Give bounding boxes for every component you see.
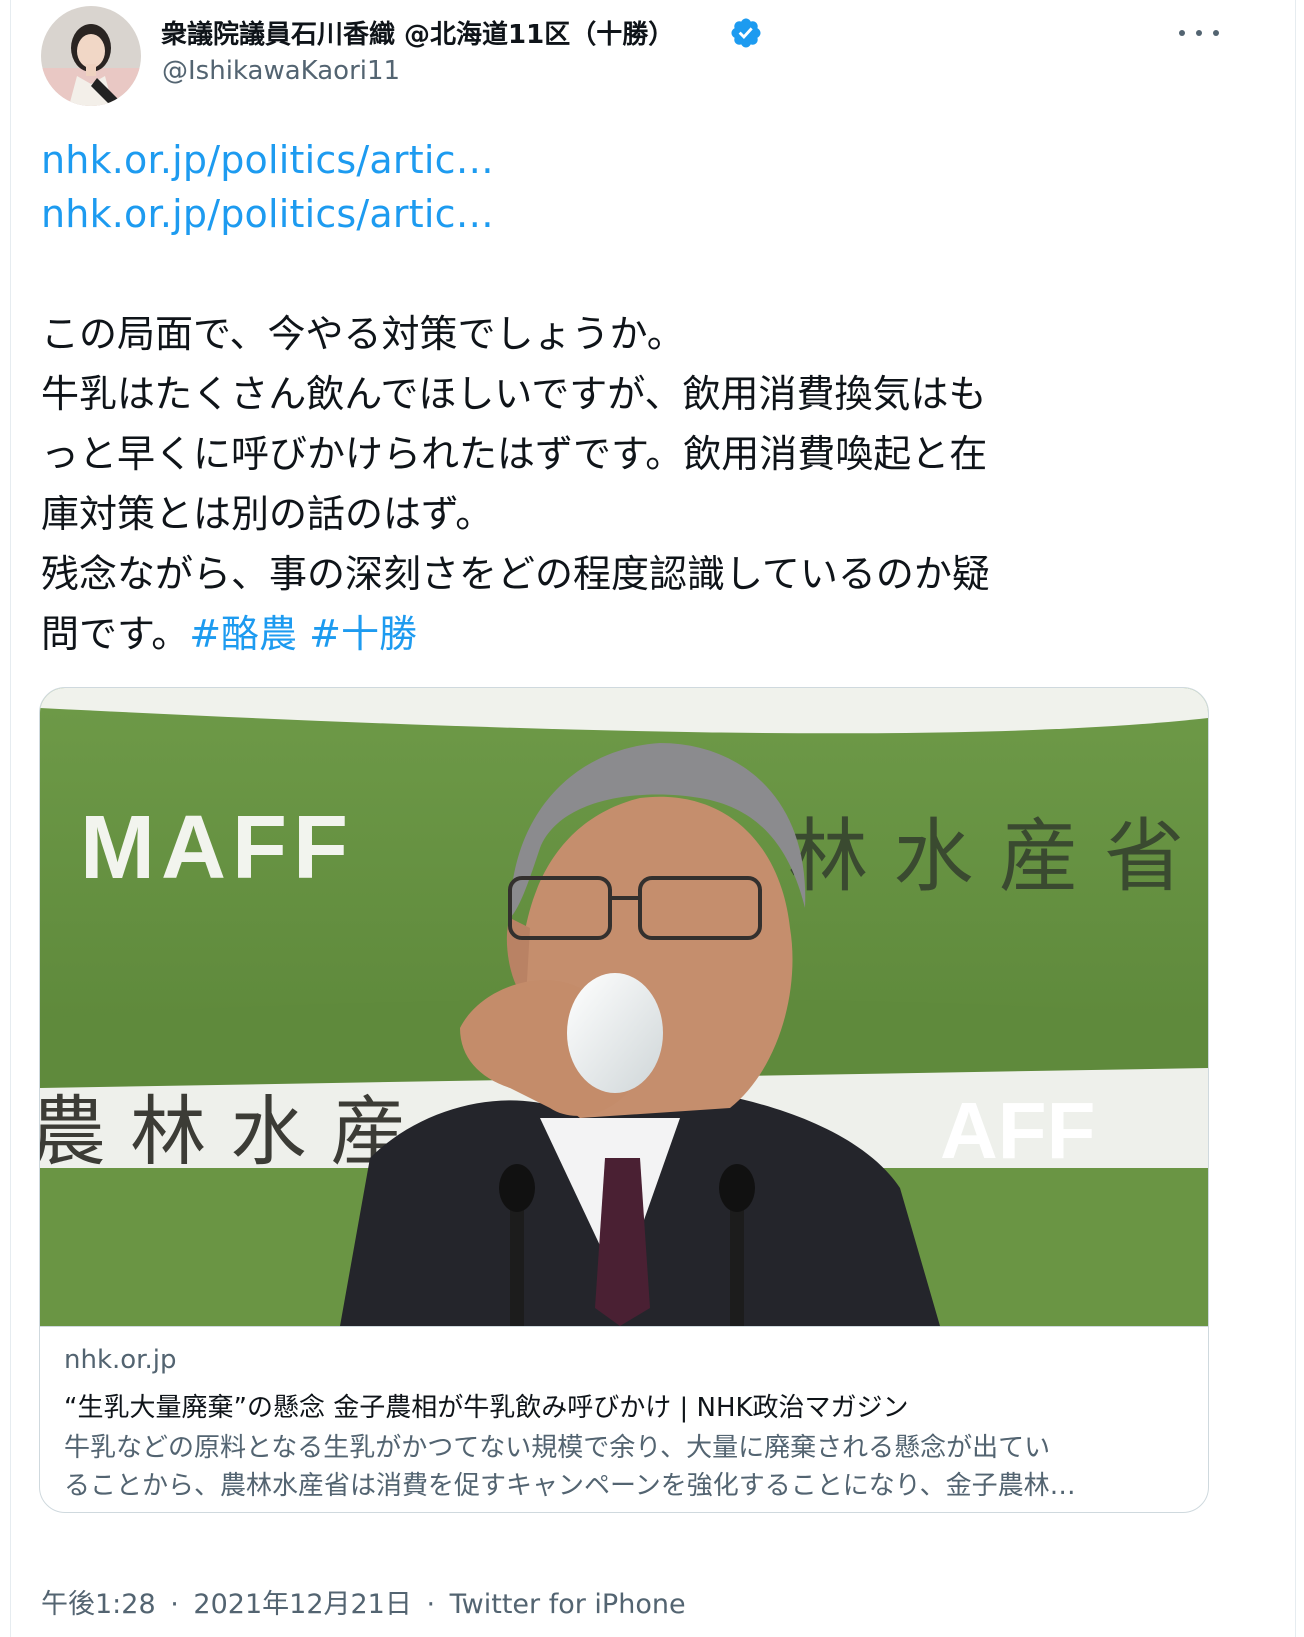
card-description-line: ることから、農林水産省は消費を促すキャンペーンを強化することになり、金子農林… [64,1471,1076,1501]
tweet-time[interactable]: 午後1:28 [41,1589,156,1620]
article-link-1[interactable]: nhk.or.jp/politics/artic… [41,138,494,182]
card-description-line: 牛乳などの原料となる生乳がかつてない規模で余り、大量に廃棄される懸念が出てい [64,1433,1051,1463]
card-domain: nhk.or.jp [64,1345,177,1375]
card-title[interactable]: “生乳大量廃棄”の懸念 金子農相が牛乳飲み呼びかけ | NHK政治マガジン [64,1387,909,1424]
body-line: 残念ながら、事の深刻さをどの程度認識しているのか疑 [41,552,990,596]
body-last-text: 問です。 [41,612,190,656]
link-card[interactable]: MAFF 林 水 産 省 農 林 水 産 AFF nhk.or.jp “生乳大量… [39,687,1209,1513]
footer-separator: · [170,1589,179,1620]
footer-separator: · [426,1589,436,1620]
avatar[interactable] [41,6,141,106]
hashtag-tokachi[interactable]: #十勝 [309,612,417,656]
author-handle[interactable]: @IshikawaKaori11 [162,56,400,86]
card-meta: nhk.or.jp “生乳大量廃棄”の懸念 金子農相が牛乳飲み呼びかけ | NH… [40,1326,1208,1512]
body-line: っと早くに呼びかけられたはずです。飲用消費喚起と在 [41,432,988,476]
tweet-source[interactable]: Twitter for iPhone [450,1589,686,1620]
image-text-kanji-bottom: 農 林 水 産 [40,1087,406,1176]
tweet-footer: 午後1:28 · 2021年12月21日 · Twitter for iPhon… [41,1582,686,1621]
card-description: 牛乳などの原料となる生乳がかつてない規模で余り、大量に廃棄される懸念が出てい る… [64,1429,1184,1505]
tweet-body: この局面で、今やる対策でしょうか。 牛乳はたくさん飲んでほしいですが、飲用消費換… [41,304,1221,664]
image-text-maff-top: MAFF [80,798,354,898]
body-line: この局面で、今やる対策でしょうか。 [41,312,685,356]
body-line: 庫対策とは別の話のはず。 [41,492,494,536]
hashtag-rakuno[interactable]: #酪農 [189,612,297,656]
author-display-name[interactable]: 衆議院議員石川香織 @北海道11区（十勝） [161,14,674,51]
image-text-maff-bottom: AFF [940,1086,1096,1175]
more-options-icon[interactable] [1179,20,1219,46]
body-line-last: 問です。#酪農 #十勝 [41,604,1221,664]
card-image: MAFF 林 水 産 省 農 林 水 産 AFF [40,688,1208,1326]
verified-badge-icon [731,18,761,48]
body-line: 牛乳はたくさん飲んでほしいですが、飲用消費換気はも [41,372,987,416]
image-text-kanji-top: 林 水 産 省 [788,810,1184,903]
tweet-date[interactable]: 2021年12月21日 [193,1589,411,1620]
article-link-2[interactable]: nhk.or.jp/politics/artic… [41,192,494,236]
tweet: 衆議院議員石川香織 @北海道11区（十勝） @IshikawaKaori11 n… [10,0,1296,1637]
